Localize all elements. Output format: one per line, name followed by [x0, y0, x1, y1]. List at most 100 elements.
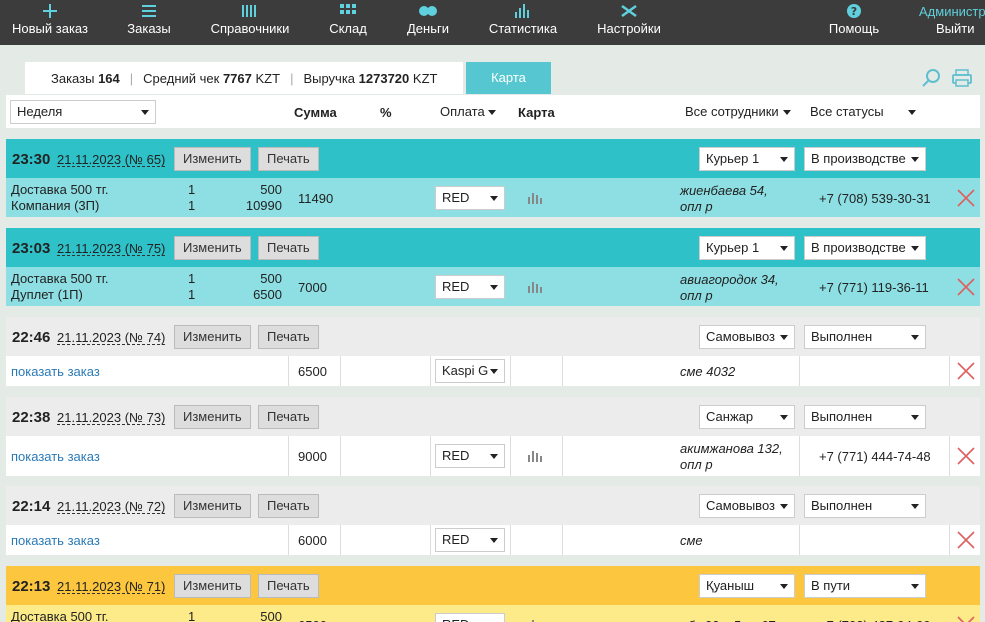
status-filter-select[interactable]: Все статусы: [803, 100, 923, 124]
courier-select[interactable]: Курьер 1: [699, 236, 795, 260]
print-icon[interactable]: [951, 68, 973, 88]
order-total: 6500: [298, 364, 327, 379]
status-select[interactable]: Выполнен: [804, 325, 926, 349]
nav-help[interactable]: ? Помощь: [826, 0, 882, 45]
show-order-link[interactable]: показать заказ: [11, 449, 100, 464]
edit-button[interactable]: Изменить: [174, 574, 251, 598]
nav-money[interactable]: Деньги: [404, 0, 452, 45]
status-select[interactable]: В производстве: [804, 147, 926, 171]
delete-icon[interactable]: [957, 362, 975, 380]
order-total: 7000: [298, 280, 327, 295]
nav-directories[interactable]: Справочники: [208, 0, 292, 45]
courier-select[interactable]: Самовывоз: [699, 494, 795, 518]
delete-icon[interactable]: [957, 616, 975, 622]
order-date-link[interactable]: 21.11.2023 (№ 71): [57, 580, 166, 594]
search-icon[interactable]: [921, 68, 943, 88]
print-button[interactable]: Печать: [258, 325, 319, 349]
bar-chart-icon[interactable]: [528, 281, 544, 293]
order-date-link[interactable]: 21.11.2023 (№ 74): [57, 331, 166, 345]
delete-icon[interactable]: [957, 189, 975, 207]
order-block: 22:14 21.11.2023 (№ 72) Изменить Печать Само…: [6, 486, 980, 555]
item-qty: 1: [188, 609, 196, 622]
stats-tab[interactable]: Заказы 164 | Средний чек 7767 KZT | Выру…: [25, 62, 464, 94]
period-select[interactable]: Неделя: [10, 100, 156, 124]
item-name: Компания (3П): [11, 198, 100, 213]
column-divider: [799, 436, 800, 476]
courier-select[interactable]: Самовывоз: [699, 325, 795, 349]
courier-select[interactable]: Санжар: [699, 405, 795, 429]
delivery-address: сме 4032: [680, 364, 735, 380]
column-divider: [288, 356, 289, 386]
print-button[interactable]: Печать: [258, 494, 319, 518]
order-header: 23:03 21.11.2023 (№ 75) Изменить Печать Курь…: [6, 228, 980, 267]
nav-label: Справочники: [210, 21, 290, 36]
order-date-link[interactable]: 21.11.2023 (№ 65): [57, 153, 166, 167]
status-select[interactable]: В производстве: [804, 236, 926, 260]
address-line-2: опл р: [680, 457, 713, 472]
delete-icon[interactable]: [957, 278, 975, 296]
edit-button[interactable]: Изменить: [174, 325, 251, 349]
tab-map[interactable]: Карта: [466, 62, 551, 94]
logout-label[interactable]: Выйти: [914, 22, 985, 36]
print-button[interactable]: Печать: [258, 236, 319, 260]
order-time: 22:46: [12, 329, 51, 346]
nav-label: Новый заказ: [12, 21, 88, 36]
column-divider: [288, 436, 289, 476]
nav-warehouse[interactable]: Склад: [326, 0, 370, 45]
delivery-address: жиенбаева 54, опл р: [680, 183, 768, 215]
status-select[interactable]: Выполнен: [804, 494, 926, 518]
nav-label: Заказы: [127, 21, 171, 36]
nav-label: Деньги: [407, 21, 449, 36]
show-order-link[interactable]: показать заказ: [11, 533, 100, 548]
item-price: 10990: [245, 198, 282, 213]
top-nav: Новый заказ Заказы Справочники Склад Ден…: [0, 0, 985, 45]
nav-new-order[interactable]: Новый заказ: [10, 0, 90, 45]
column-divider: [510, 525, 511, 555]
edit-button[interactable]: Изменить: [174, 236, 251, 260]
column-divider: [949, 525, 950, 555]
column-divider: [562, 436, 563, 476]
nav-statistics[interactable]: Статистика: [486, 0, 560, 45]
sum-header: Сумма: [294, 105, 337, 120]
customer-phone: +7 (708) 539-30-31: [819, 191, 931, 206]
order-date-link[interactable]: 21.11.2023 (№ 72): [57, 500, 166, 514]
print-button[interactable]: Печать: [258, 405, 319, 429]
summary-bar: Заказы 164 | Средний чек 7767 KZT | Выру…: [0, 45, 985, 95]
payment-filter-select[interactable]: Оплата: [433, 100, 503, 124]
nav-orders[interactable]: Заказы: [122, 0, 176, 45]
payment-select[interactable]: RED: [435, 444, 505, 468]
delete-icon[interactable]: [957, 447, 975, 465]
delete-icon[interactable]: [957, 531, 975, 549]
status-select[interactable]: Выполнен: [804, 405, 926, 429]
delivery-address: сме: [680, 533, 703, 549]
payment-select[interactable]: RED: [435, 186, 505, 210]
edit-button[interactable]: Изменить: [174, 147, 251, 171]
bar-chart-icon[interactable]: [528, 450, 544, 462]
item-qty: 1: [188, 271, 196, 286]
nav-label: Настройки: [597, 21, 661, 36]
employees-filter-select[interactable]: Все сотрудники: [678, 100, 798, 124]
payment-select[interactable]: RED: [435, 275, 505, 299]
print-button[interactable]: Печать: [258, 147, 319, 171]
nav-settings[interactable]: Настройки: [596, 0, 662, 45]
status-select[interactable]: В пути: [804, 574, 926, 598]
bar-chart-icon[interactable]: [528, 192, 544, 204]
payment-select[interactable]: RED: [435, 528, 505, 552]
payment-select[interactable]: RED: [435, 613, 505, 622]
list-icon: [122, 0, 176, 22]
column-divider: [949, 356, 950, 386]
payment-select[interactable]: Kaspi G: [435, 359, 505, 383]
order-date-link[interactable]: 21.11.2023 (№ 73): [57, 411, 166, 425]
edit-button[interactable]: Изменить: [174, 405, 251, 429]
nav-user[interactable]: Администр Выйти: [914, 0, 985, 45]
customer-phone: +7 (702) 487-94-99: [819, 618, 931, 622]
courier-select[interactable]: Қуаныш: [699, 574, 795, 598]
show-order-link[interactable]: показать заказ: [11, 364, 100, 379]
courier-select[interactable]: Курьер 1: [699, 147, 795, 171]
order-block: 23:03 21.11.2023 (№ 75) Изменить Печать Курь…: [6, 228, 980, 306]
item-price: 500: [260, 182, 282, 197]
order-date-link[interactable]: 21.11.2023 (№ 75): [57, 242, 166, 256]
column-divider: [562, 525, 563, 555]
print-button[interactable]: Печать: [258, 574, 319, 598]
edit-button[interactable]: Изменить: [174, 494, 251, 518]
